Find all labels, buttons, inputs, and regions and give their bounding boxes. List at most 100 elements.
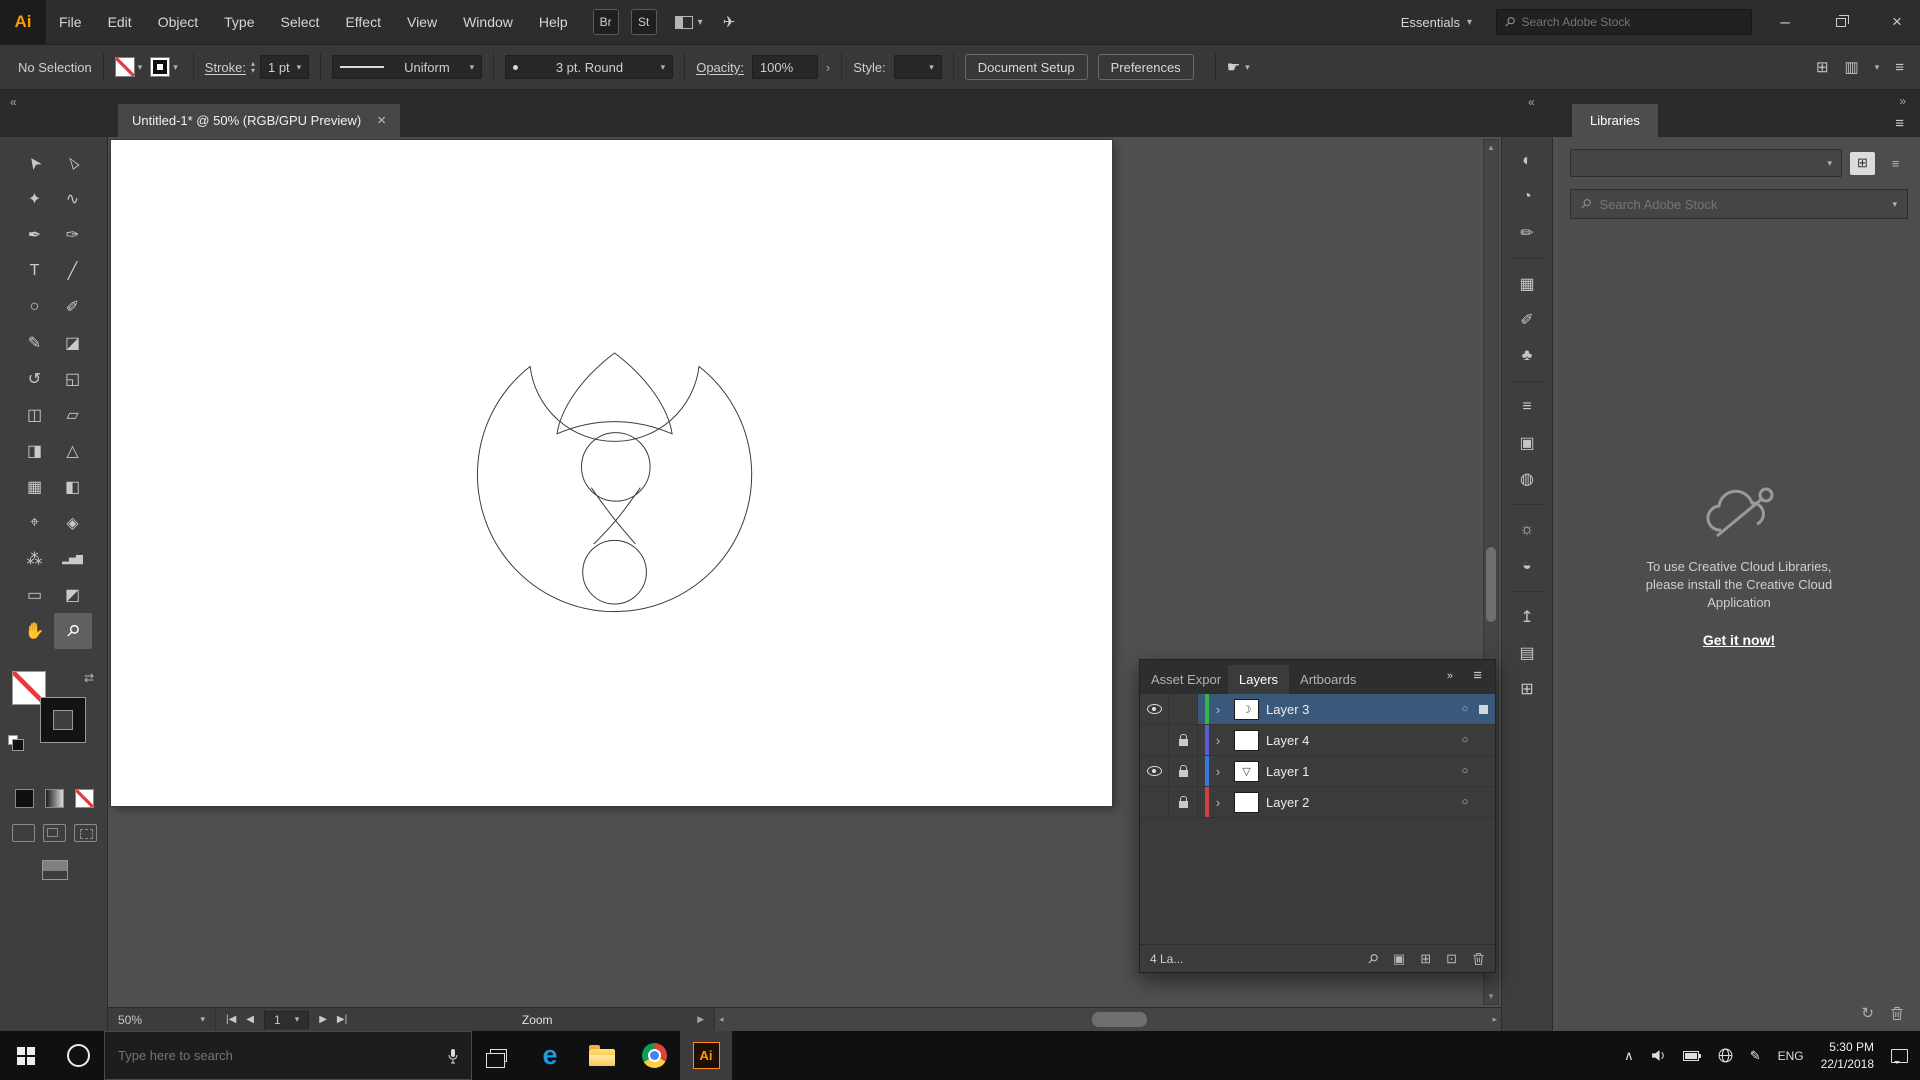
chevron-down-icon[interactable]: ▾	[173, 62, 178, 73]
adjustments-panel-icon[interactable]: ☼	[1509, 513, 1545, 547]
menu-edit[interactable]: Edit	[95, 0, 145, 44]
expand-arrow-icon[interactable]: ›	[1209, 764, 1227, 779]
ellipse-tool[interactable]: ○	[16, 289, 54, 325]
stock-search-input[interactable]	[1522, 15, 1743, 29]
stroke-label[interactable]: Stroke:	[205, 60, 246, 75]
panel-strip-collapse-icon[interactable]: «	[1528, 95, 1535, 109]
libraries-collapse-icon[interactable]: »	[1899, 94, 1906, 108]
document-tab[interactable]: Untitled-1* @ 50% (RGB/GPU Preview) ×	[118, 104, 400, 137]
locate-object-icon[interactable]: ⚲	[1364, 949, 1382, 967]
shape-builder-tool[interactable]: ◨	[16, 433, 54, 469]
draw-behind-button[interactable]	[43, 824, 66, 842]
menu-file[interactable]: File	[46, 0, 95, 44]
target-circle[interactable]: ○	[1451, 765, 1479, 777]
scroll-down-icon[interactable]: ▾	[1489, 989, 1494, 1004]
toolbar-collapse-icon[interactable]: «	[10, 95, 17, 109]
expand-arrow-icon[interactable]: ›	[1209, 795, 1227, 810]
free-transform-tool[interactable]: ▱	[54, 397, 92, 433]
menu-effect[interactable]: Effect	[332, 0, 394, 44]
documents-grid-icon[interactable]: ⊞	[1816, 58, 1829, 76]
menu-object[interactable]: Object	[145, 0, 211, 44]
gradient-tool[interactable]: ◧	[54, 469, 92, 505]
pen-tool[interactable]: ✒	[16, 217, 54, 253]
bridge-badge[interactable]: Br	[593, 9, 619, 35]
stroke-weight-field[interactable]: 1 pt ▾	[260, 55, 309, 79]
artboard-tool[interactable]: ▭	[16, 577, 54, 613]
visibility-toggle[interactable]	[1140, 725, 1169, 755]
touch-workspace-icon[interactable]: ☛	[1227, 58, 1240, 76]
expand-arrow-icon[interactable]: ›	[1209, 702, 1227, 717]
lock-toggle[interactable]	[1169, 787, 1198, 817]
screen-mode-button[interactable]	[42, 860, 68, 880]
language-indicator[interactable]: ENG	[1778, 1049, 1804, 1063]
opacity-label[interactable]: Opacity:	[696, 60, 744, 75]
panel-menu-icon[interactable]: ≡	[1895, 59, 1904, 76]
curvature-tool[interactable]: ✑	[54, 217, 92, 253]
layer-name[interactable]: Layer 3	[1266, 702, 1451, 717]
visibility-toggle[interactable]	[1140, 694, 1169, 724]
close-button[interactable]: ×	[1874, 0, 1920, 44]
eraser-tool[interactable]: ◪	[54, 325, 92, 361]
lock-toggle[interactable]	[1169, 725, 1198, 755]
width-tool[interactable]: ◫	[16, 397, 54, 433]
status-flyout-icon[interactable]: ▶	[697, 1014, 704, 1025]
chevron-down-icon[interactable]: ▾	[138, 62, 143, 73]
scale-tool[interactable]: ◱	[54, 361, 92, 397]
swap-fill-stroke-icon[interactable]: ⇄	[84, 671, 94, 685]
style-dropdown[interactable]: ▾	[894, 55, 942, 79]
hand-tool[interactable]: ✋	[16, 613, 54, 649]
tab-asset-export[interactable]: Asset Expor	[1140, 665, 1228, 694]
clock[interactable]: 5:30 PM 22/1/2018	[1821, 1039, 1874, 1071]
fill-color-swatch[interactable]	[115, 57, 135, 77]
preferences-button[interactable]: Preferences	[1098, 54, 1194, 80]
adobe-stock-search[interactable]: ⚲	[1496, 9, 1752, 35]
opacity-field[interactable]: 100%	[752, 55, 818, 79]
new-layer-icon[interactable]: ⊡	[1446, 951, 1457, 967]
draw-normal-button[interactable]	[12, 824, 35, 842]
menu-help[interactable]: Help	[526, 0, 581, 44]
none-mode-button[interactable]	[75, 789, 94, 808]
panel-menu-icon[interactable]: ≡	[1473, 667, 1482, 684]
layer-row-main[interactable]: › Layer 4 ○	[1198, 725, 1495, 755]
volume-icon[interactable]	[1651, 1049, 1666, 1062]
blend-tool[interactable]: ◈	[54, 505, 92, 541]
tray-expand-icon[interactable]: ∧	[1624, 1048, 1634, 1064]
expand-arrow-icon[interactable]: ›	[1209, 733, 1227, 748]
first-artboard-button[interactable]: |◀	[226, 1014, 236, 1025]
mesh-tool[interactable]: ▦	[16, 469, 54, 505]
default-fill-stroke-icon[interactable]	[8, 735, 18, 745]
paintbrush-tool[interactable]: ✐	[54, 289, 92, 325]
start-button[interactable]	[0, 1031, 52, 1080]
arrange-documents-icon[interactable]: ▥	[1845, 58, 1859, 76]
illustrator-taskbar-icon[interactable]: Ai	[680, 1031, 732, 1080]
lock-toggle[interactable]	[1169, 694, 1198, 724]
menu-view[interactable]: View	[394, 0, 450, 44]
type-tool[interactable]: T	[16, 253, 54, 289]
properties-panel-icon[interactable]: ≡	[1509, 390, 1545, 424]
appearance-panel-icon[interactable]: ▣	[1509, 426, 1545, 460]
tab-artboards[interactable]: Artboards	[1289, 665, 1367, 694]
previous-artboard-button[interactable]: ◀	[246, 1014, 254, 1025]
color-panel-icon[interactable]: ◐	[1509, 144, 1545, 178]
brush-definition-dropdown[interactable]: 3 pt. Round ▾	[505, 55, 673, 79]
menu-select[interactable]: Select	[268, 0, 333, 44]
stroke-swatch[interactable]	[40, 697, 86, 743]
vertical-scroll-thumb[interactable]	[1486, 547, 1496, 622]
layer-name[interactable]: Layer 1	[1266, 764, 1451, 779]
artboards-panel-icon[interactable]: ⊞	[1509, 672, 1545, 706]
list-view-icon[interactable]: ≡	[1883, 152, 1908, 175]
eyedropper-tool[interactable]: ⌖	[16, 505, 54, 541]
column-graph-tool[interactable]: ▂▅▇	[54, 541, 92, 577]
slice-tool[interactable]: ◩	[54, 577, 92, 613]
minimize-button[interactable]: –	[1762, 0, 1808, 44]
brushes-panel-icon[interactable]: ✐	[1509, 303, 1545, 337]
layers-panel-icon[interactable]: ▤	[1509, 636, 1545, 670]
direct-selection-tool[interactable]: ▻	[54, 145, 92, 181]
line-segment-tool[interactable]: ╱	[54, 253, 92, 289]
artboard[interactable]	[111, 140, 1112, 806]
opacity-flyout-icon[interactable]: ›	[826, 60, 830, 75]
export-panel-icon[interactable]: ↥	[1509, 600, 1545, 634]
zoom-tool[interactable]: ⚲	[54, 613, 92, 649]
task-view-button[interactable]	[472, 1031, 524, 1080]
scroll-right-icon[interactable]: ▸	[1492, 1014, 1497, 1025]
